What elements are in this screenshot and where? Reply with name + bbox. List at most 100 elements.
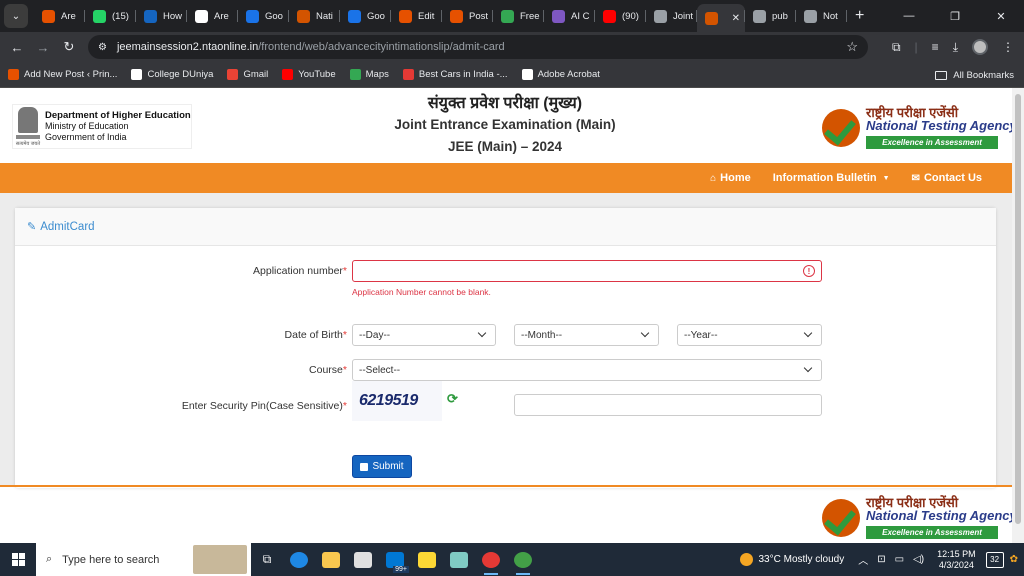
dob-year-select[interactable]: --Year--: [677, 324, 822, 346]
refresh-captcha-icon[interactable]: ⟳: [447, 391, 463, 407]
blogger-icon: [42, 9, 55, 23]
task-view-icon[interactable]: ⧉: [251, 543, 283, 576]
reload-icon[interactable]: ↻: [56, 39, 82, 55]
tab-search-chevron-icon[interactable]: ⌄: [4, 4, 28, 28]
browser-tab[interactable]: Not: [796, 4, 847, 28]
windows-taskbar: ⌕ Type here to search ⧉ 99+ 33°C Mostly …: [0, 543, 1024, 576]
bookmark-favicon-icon: [131, 69, 143, 80]
weather-icon: [739, 553, 753, 566]
notes-app-icon[interactable]: [443, 543, 475, 576]
clock-date: 4/3/2024: [938, 559, 974, 570]
all-bookmarks-button[interactable]: All Bookmarks: [935, 62, 1014, 88]
file-explorer-icon[interactable]: [315, 543, 347, 576]
nav-home-label: Home: [720, 172, 751, 184]
bookmark-item[interactable]: Adobe Acrobat: [521, 69, 600, 80]
browser-tab[interactable]: Joint: [646, 4, 697, 28]
reading-list-icon[interactable]: ≡: [932, 40, 939, 54]
page-scrollbar[interactable]: [1012, 88, 1024, 543]
nta-logo[interactable]: राष्ट्रीय परीक्षा एजेंसी National Testin…: [822, 103, 1012, 151]
weather-widget[interactable]: 33°C Mostly cloudy: [739, 553, 844, 566]
dob-day-select[interactable]: --Day--: [352, 324, 496, 346]
globe-icon: [804, 9, 817, 23]
course-select[interactable]: --Select--: [352, 359, 822, 381]
taskbar-search[interactable]: ⌕ Type here to search: [36, 543, 251, 576]
bookmark-label: Adobe Acrobat: [537, 69, 600, 80]
security-pin-input[interactable]: [514, 394, 822, 416]
application-number-input[interactable]: !: [352, 260, 822, 282]
chevron-down-icon: [803, 363, 813, 373]
download-icon[interactable]: ⤓: [953, 40, 958, 55]
tab-strip: ⌄ Are (15) How Are Goo Nati Goo Edit Post Free AI …: [0, 0, 1024, 32]
browser-tab[interactable]: AI C: [544, 4, 595, 28]
mail-icon[interactable]: 99+: [379, 543, 411, 576]
bookmarks-bar: Add New Post ‹ Prin... College DUniya Gmai…: [0, 62, 1024, 88]
bookmark-list: Add New Post ‹ Prin... College DUniya Gmai…: [8, 69, 614, 80]
clock[interactable]: 12:15 PM 4/3/2024: [937, 549, 976, 571]
mail-badge: 99+: [393, 566, 409, 573]
browser-tab[interactable]: ✕: [697, 4, 745, 32]
extensions-icon[interactable]: ⧉: [892, 40, 901, 55]
tab-label: Goo: [367, 10, 385, 22]
minimize-icon[interactable]: —: [886, 0, 932, 32]
browser-tab[interactable]: Free: [493, 4, 544, 28]
chrome-profile-icon[interactable]: [507, 543, 539, 576]
dept-title: Department of Higher Education: [45, 110, 191, 121]
admit-card-panel: ✎ AdmitCard Application number* ! Applic…: [15, 208, 996, 488]
browser-tab[interactable]: Goo: [238, 4, 289, 28]
bookmark-label: Best Cars in India -...: [418, 69, 508, 80]
network-icon[interactable]: ⊡: [877, 554, 885, 565]
edge-icon[interactable]: [283, 543, 315, 576]
browser-tab[interactable]: (15): [85, 4, 136, 28]
footer-nta-logo[interactable]: राष्ट्रीय परीक्षा एजेंसी National Testin…: [822, 493, 1012, 541]
back-icon[interactable]: ←: [4, 40, 30, 55]
profile-avatar[interactable]: [972, 39, 988, 55]
whatsapp-icon: [93, 9, 106, 23]
site-info-icon[interactable]: ⚙: [98, 42, 107, 53]
forward-icon[interactable]: →: [30, 40, 56, 55]
govt-text: Government of India: [45, 132, 127, 142]
tab-label: Joint: [673, 10, 694, 22]
browser-tab[interactable]: How: [136, 4, 187, 28]
tab-label: Are: [61, 10, 76, 22]
captcha-image: 6219519: [352, 381, 442, 421]
browser-tab[interactable]: (90): [595, 4, 646, 28]
close-window-icon[interactable]: ✕: [978, 0, 1024, 32]
ai-icon: [552, 9, 565, 23]
new-tab-button[interactable]: +: [855, 7, 873, 25]
browser-tab[interactable]: Nati: [289, 4, 340, 28]
volume-icon[interactable]: ◁): [913, 554, 924, 565]
sticky-notes-icon[interactable]: [411, 543, 443, 576]
battery-icon[interactable]: ▭: [895, 554, 904, 565]
browser-tab[interactable]: Are: [187, 4, 238, 28]
national-emblem-icon: सत्यमेव जयते: [15, 106, 41, 147]
bookmark-item[interactable]: College DUniya: [131, 69, 213, 80]
bookmark-item[interactable]: Gmail: [227, 69, 268, 80]
copilot-icon[interactable]: ✿: [1010, 554, 1018, 565]
submit-button[interactable]: Submit: [352, 455, 412, 478]
browser-tab[interactable]: Goo: [340, 4, 391, 28]
browser-tab[interactable]: Are: [34, 4, 85, 28]
close-tab-icon[interactable]: ✕: [732, 13, 740, 24]
nav-contact[interactable]: ✉ Contact Us: [912, 172, 982, 184]
restore-icon[interactable]: ❐: [932, 0, 978, 32]
dhe-logo-block[interactable]: सत्यमेव जयते Department of Higher Educat…: [12, 104, 192, 149]
bookmark-item[interactable]: Maps: [349, 69, 389, 80]
menu-icon[interactable]: ⋮: [1002, 40, 1014, 54]
dob-month-select[interactable]: --Month--: [514, 324, 659, 346]
nav-home[interactable]: ⌂ Home: [710, 172, 751, 184]
start-button[interactable]: [0, 543, 36, 576]
bookmark-item[interactable]: Add New Post ‹ Prin...: [8, 69, 117, 80]
bookmark-item[interactable]: Best Cars in India -...: [402, 69, 508, 80]
browser-tab[interactable]: Edit: [391, 4, 442, 28]
store-icon[interactable]: [347, 543, 379, 576]
nav-contact-label: Contact Us: [923, 172, 982, 184]
chevron-up-icon[interactable]: ︿: [858, 552, 868, 567]
address-bar[interactable]: ⚙ jeemainsession2.ntaonline.in/frontend/…: [88, 35, 868, 59]
browser-tab[interactable]: Post: [442, 4, 493, 28]
bookmark-star-icon[interactable]: ☆: [846, 39, 858, 55]
notification-center-icon[interactable]: 32: [985, 551, 1004, 568]
bookmark-item[interactable]: YouTube: [282, 69, 336, 80]
browser-tab[interactable]: pub: [745, 4, 796, 28]
nav-information-bulletin[interactable]: Information Bulletin ▼: [773, 172, 890, 184]
chrome-icon[interactable]: [475, 543, 507, 576]
